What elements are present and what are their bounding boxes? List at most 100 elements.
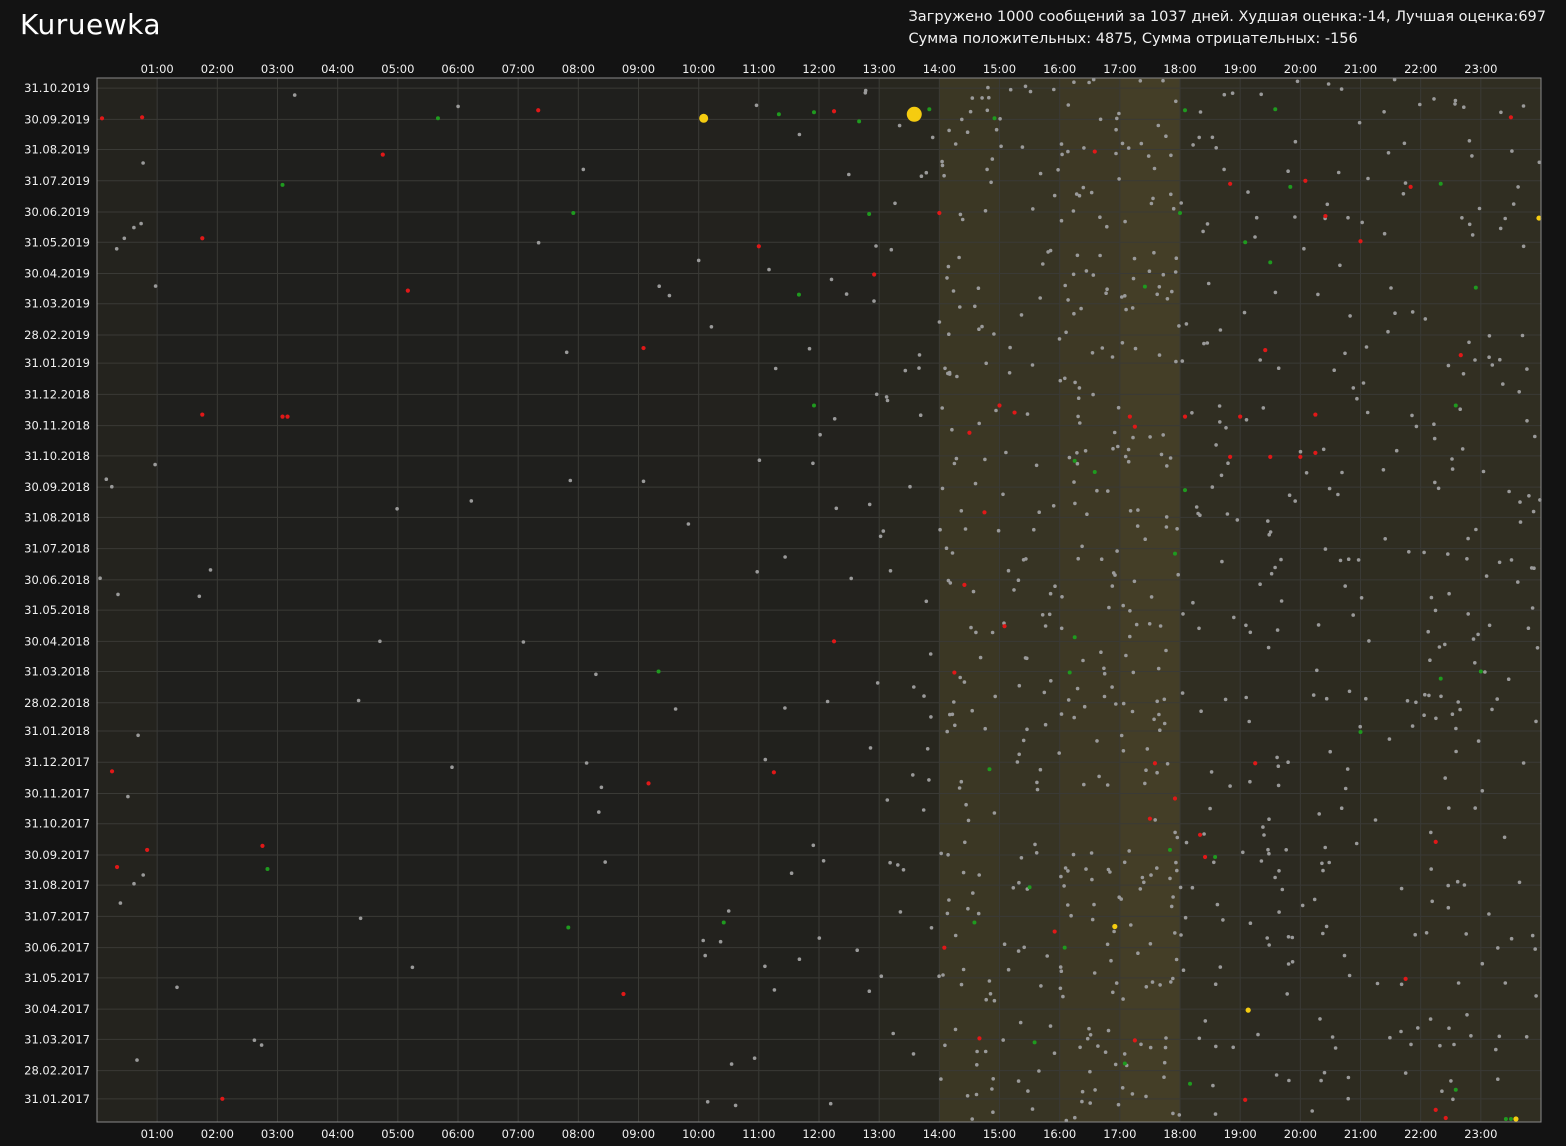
neutral-point — [1520, 333, 1525, 338]
negative-point — [109, 769, 115, 774]
neutral-point — [1429, 867, 1433, 871]
highlight-point — [906, 106, 922, 122]
neutral-point — [844, 292, 849, 296]
neutral-point — [1098, 117, 1103, 122]
neutral-point — [1084, 867, 1088, 871]
neutral-point — [1161, 272, 1166, 277]
x-tick-label: 19:00 — [1224, 62, 1257, 76]
neutral-point — [1273, 875, 1277, 880]
negative-point — [982, 510, 987, 515]
neutral-point — [1219, 473, 1224, 478]
neutral-point — [964, 802, 968, 807]
neutral-point — [1126, 447, 1131, 452]
x-tick-label: 22:00 — [1404, 62, 1437, 76]
neutral-point — [1171, 206, 1176, 211]
neutral-point — [568, 478, 573, 483]
neutral-point — [1320, 861, 1324, 866]
y-tick-label: 31.10.2018 — [24, 449, 90, 463]
negative-point — [872, 272, 877, 277]
neutral-point — [1127, 849, 1131, 853]
neutral-point — [564, 350, 569, 355]
neutral-point — [1279, 599, 1284, 603]
neutral-point — [1071, 272, 1076, 277]
neutral-point — [974, 1092, 979, 1097]
neutral-point — [1338, 263, 1342, 268]
neutral-point — [104, 477, 109, 482]
highlight-point — [1513, 1116, 1519, 1122]
neutral-point — [1414, 700, 1418, 705]
neutral-point — [1524, 1035, 1529, 1039]
activity-band — [1360, 78, 1421, 1122]
neutral-point — [1116, 1102, 1121, 1107]
neutral-point — [1139, 141, 1144, 146]
neutral-point — [1199, 709, 1203, 713]
neutral-point — [975, 1049, 979, 1054]
neutral-point — [1066, 149, 1070, 154]
neutral-point — [898, 910, 903, 914]
negative-point — [1172, 796, 1178, 801]
neutral-point — [917, 353, 922, 357]
neutral-point — [1119, 733, 1124, 738]
neutral-point — [1018, 1020, 1023, 1025]
neutral-point — [1490, 707, 1494, 712]
x-tick-label: 02:00 — [201, 1127, 234, 1141]
neutral-point — [1106, 867, 1111, 872]
y-tick-label: 30.09.2017 — [24, 848, 90, 862]
negative-point — [1197, 832, 1203, 837]
positive-point — [1213, 854, 1218, 859]
neutral-point — [1433, 608, 1438, 613]
neutral-point — [1269, 571, 1274, 576]
neutral-point — [1016, 949, 1021, 953]
positive-point — [811, 110, 816, 115]
neutral-point — [1342, 953, 1347, 958]
positive-point — [1142, 284, 1147, 289]
neutral-point — [1016, 578, 1021, 582]
negative-point — [937, 210, 942, 216]
neutral-point — [1106, 489, 1110, 493]
neutral-point — [1162, 1075, 1166, 1079]
neutral-point — [947, 332, 951, 337]
neutral-point — [773, 366, 778, 371]
neutral-point — [1410, 413, 1414, 418]
neutral-point — [1019, 856, 1024, 860]
neutral-point — [984, 997, 988, 1002]
y-tick-label: 28.02.2017 — [24, 1064, 90, 1078]
neutral-point — [1106, 1028, 1111, 1033]
neutral-point — [929, 926, 934, 930]
neutral-point — [1085, 512, 1089, 516]
neutral-point — [1116, 444, 1120, 449]
neutral-point — [1150, 980, 1155, 984]
neutral-point — [114, 247, 119, 251]
neutral-point — [1267, 851, 1271, 856]
neutral-point — [1367, 639, 1371, 643]
neutral-point — [1438, 1043, 1442, 1048]
neutral-point — [1268, 530, 1273, 534]
neutral-point — [1043, 722, 1048, 727]
neutral-point — [755, 570, 759, 574]
neutral-point — [1048, 1024, 1053, 1028]
neutral-point — [1460, 447, 1465, 451]
x-axis-bottom: 01:00 02:00 03:00 04:00 05:00 06:00 07:00 08:00… — [141, 1127, 1498, 1141]
neutral-point — [1346, 215, 1350, 220]
neutral-point — [1285, 992, 1289, 996]
neutral-point — [1214, 443, 1218, 447]
neutral-point — [1266, 847, 1270, 852]
x-tick-label: 17:00 — [1103, 1127, 1136, 1141]
neutral-point — [1110, 355, 1115, 359]
positive-point — [776, 112, 781, 117]
neutral-point — [1194, 505, 1199, 509]
neutral-point — [1401, 192, 1406, 196]
neutral-point — [1058, 378, 1063, 383]
neutral-point — [1241, 850, 1245, 855]
neutral-point — [1035, 780, 1039, 785]
neutral-point — [1158, 728, 1162, 732]
neutral-point — [1458, 707, 1462, 712]
activity-band — [819, 78, 880, 1122]
neutral-point — [536, 240, 541, 245]
neutral-point — [1042, 690, 1047, 695]
neutral-point — [197, 594, 202, 599]
positive-point — [1478, 669, 1483, 674]
neutral-point — [1109, 958, 1113, 963]
negative-point — [1202, 854, 1208, 860]
neutral-point — [1382, 110, 1386, 114]
